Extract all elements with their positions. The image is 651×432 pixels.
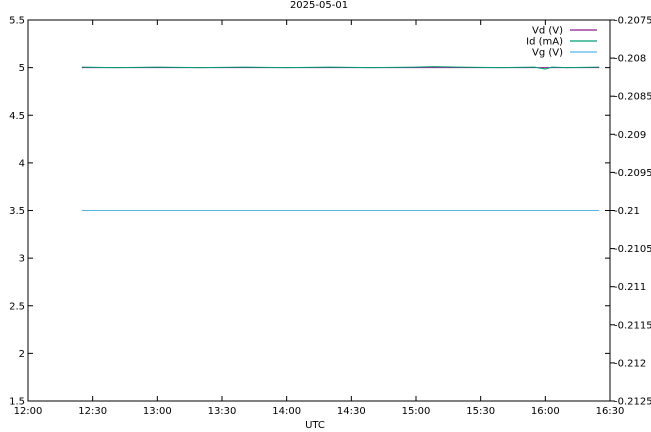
x-axis-label: UTC xyxy=(305,420,325,431)
legend: Vd (V)Id (mA)Vg (V) xyxy=(526,26,597,59)
y2-tick-label: -0.211 xyxy=(614,282,646,293)
y-tick-label: 4 xyxy=(19,158,25,169)
x-tick-label: 16:00 xyxy=(531,406,560,417)
y2-tick-label: -0.2075 xyxy=(614,16,651,27)
x-tick-label: 14:30 xyxy=(337,406,366,417)
x-tick-label: 15:30 xyxy=(466,406,495,417)
y-axis: 1.522.533.544.555.5 xyxy=(9,16,610,408)
y-tick-label: 5.5 xyxy=(9,16,25,27)
y2-tick-label: -0.208 xyxy=(614,54,646,65)
x-axis: 12:00 12:30 13:00 13:30 14:00 14:30 15:00 15:30… xyxy=(14,20,625,417)
x-tick-label: 13:30 xyxy=(208,406,237,417)
y-tick-label: 3 xyxy=(19,254,25,265)
legend-label: Id (mA) xyxy=(526,37,563,48)
y-tick-label: 3.5 xyxy=(9,206,25,217)
x-tick-label: 15:00 xyxy=(402,406,431,417)
y2-tick-label: -0.2085 xyxy=(614,92,651,103)
y-tick-label: 4.5 xyxy=(9,111,25,122)
chart-title: 2025-05-01 xyxy=(290,0,348,11)
legend-label: Vg (V) xyxy=(532,48,563,59)
y2-tick-label: -0.2105 xyxy=(614,244,651,255)
x-tick-label: 13:00 xyxy=(143,406,172,417)
y2-axis: -0.2125-0.212-0.2115-0.211-0.2105-0.21-0… xyxy=(610,16,651,408)
chart: 2025-05-01 1.522.533.544.555.5 -0.2125-0… xyxy=(9,0,651,431)
x-tick-label: 12:30 xyxy=(78,406,107,417)
y2-tick-label: -0.2115 xyxy=(614,320,651,331)
y2-tick-label: -0.209 xyxy=(614,130,646,141)
y2-tick-label: -0.2095 xyxy=(614,168,651,179)
y-tick-label: 2 xyxy=(19,349,25,360)
legend-label: Vd (V) xyxy=(532,26,563,37)
y-tick-label: 5 xyxy=(19,63,25,74)
y-tick-label: 2.5 xyxy=(9,301,25,312)
series-layer xyxy=(81,66,600,211)
x-tick-label: 16:30 xyxy=(596,406,625,417)
x-tick-label: 12:00 xyxy=(14,406,43,417)
y2-tick-label: -0.21 xyxy=(614,206,640,217)
x-tick-label: 14:00 xyxy=(272,406,301,417)
y2-tick-label: -0.212 xyxy=(614,358,646,369)
